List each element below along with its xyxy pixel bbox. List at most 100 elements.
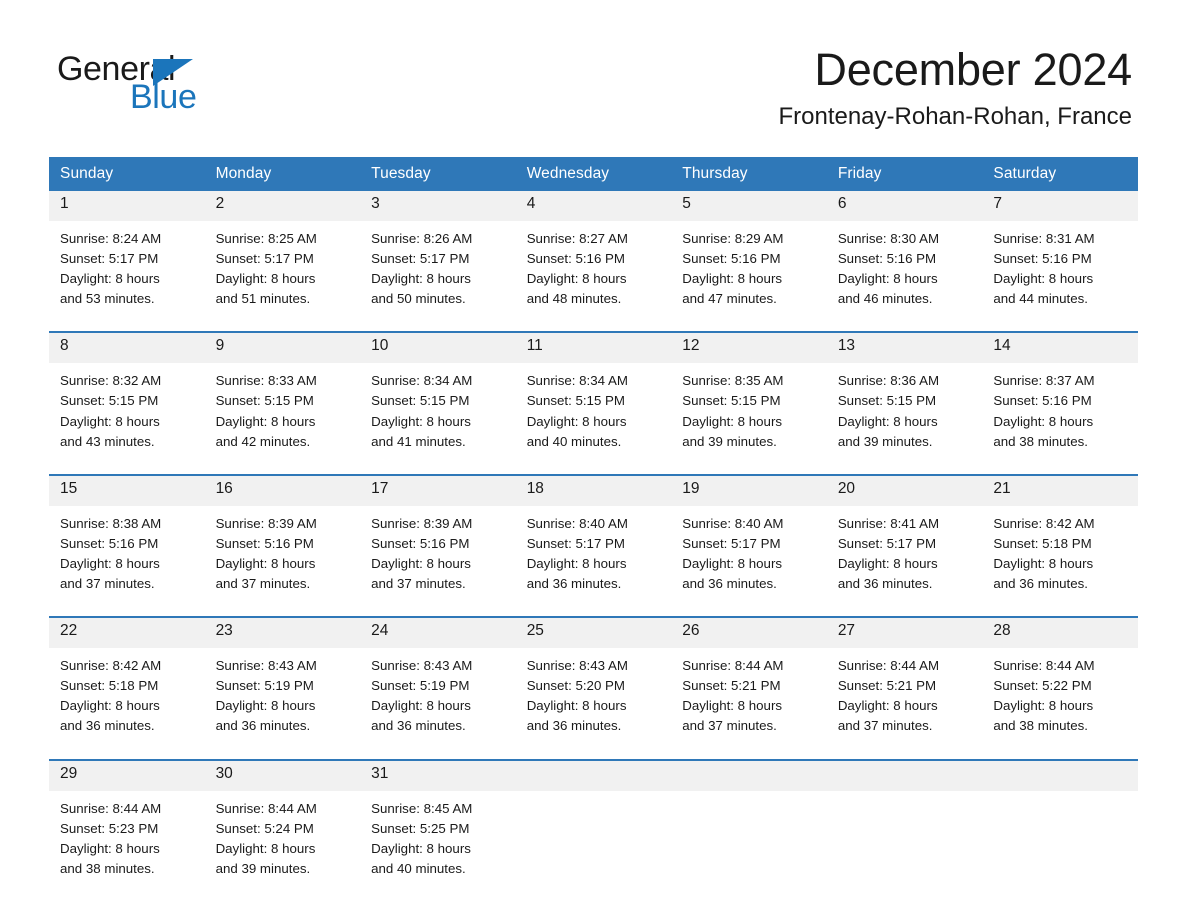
day-cell-inner: 26 Sunrise: 8:44 AM Sunset: 5:21 PM Dayligh… <box>671 618 827 746</box>
calendar-day-cell[interactable]: 24 Sunrise: 8:43 AM Sunset: 5:19 PM Dayligh… <box>360 616 516 747</box>
daylight-duration-line2: and 36 minutes. <box>682 576 777 592</box>
day-cell-inner: 13 Sunrise: 8:36 AM Sunset: 5:15 PM Dayligh… <box>826 333 983 461</box>
calendar-day-cell[interactable]: 15 Sunrise: 8:38 AM Sunset: 5:16 PM Dayligh… <box>49 473 205 605</box>
daylight-duration-line1: Daylight: 8 hours <box>837 413 938 429</box>
calendar-day-cell[interactable]: 25 Sunrise: 8:43 AM Sunset: 5:20 PM Dayligh… <box>515 616 672 747</box>
calendar-day-cell[interactable]: 8 Sunrise: 8:32 AM Sunset: 5:15 PM Daylight… <box>49 331 205 462</box>
week-spacer-row <box>49 319 1138 333</box>
calendar-day-cell[interactable]: 17 Sunrise: 8:39 AM Sunset: 5:16 PM Dayligh… <box>360 473 516 605</box>
sunrise-time: Sunrise: 8:44 AM <box>993 658 1095 674</box>
daylight-duration-line2: and 38 minutes. <box>993 718 1088 734</box>
daylight-duration-line2: and 37 minutes. <box>837 718 933 734</box>
calendar-day-cell[interactable]: 18 Sunrise: 8:40 AM Sunset: 5:17 PM Dayligh… <box>515 473 672 605</box>
calendar-day-cell[interactable]: 12 Sunrise: 8:35 AM Sunset: 5:15 PM Dayligh… <box>671 331 827 462</box>
week-spacer-cell <box>49 319 1138 333</box>
calendar-day-cell[interactable]: 13 Sunrise: 8:36 AM Sunset: 5:15 PM Dayligh… <box>826 331 983 462</box>
day-number: 24 <box>360 618 516 649</box>
daylight-duration-line2: and 36 minutes. <box>60 718 155 734</box>
day-number: 29 <box>49 760 205 791</box>
day-cell-inner <box>982 760 1138 889</box>
calendar-day-cell[interactable]: 2 Sunrise: 8:25 AM Sunset: 5:17 PM Daylight… <box>204 191 361 319</box>
sunset-time: Sunset: 5:20 PM <box>526 678 625 694</box>
day-cell-inner: 9 Sunrise: 8:33 AM Sunset: 5:15 PM Daylight… <box>204 333 361 461</box>
daylight-duration-line2: and 43 minutes. <box>60 433 155 449</box>
calendar-day-cell[interactable]: 29 Sunrise: 8:44 AM Sunset: 5:23 PM Dayligh… <box>49 758 205 889</box>
calendar-body: 1 Sunrise: 8:24 AM Sunset: 5:17 PM Daylight… <box>49 191 1138 889</box>
calendar-day-cell[interactable]: 9 Sunrise: 8:33 AM Sunset: 5:15 PM Daylight… <box>204 331 361 462</box>
day-details: Sunrise: 8:26 AM Sunset: 5:17 PM Daylight:… <box>360 221 516 319</box>
day-cell-inner: 1 Sunrise: 8:24 AM Sunset: 5:17 PM Daylight… <box>49 191 205 319</box>
calendar-day-cell[interactable]: 3 Sunrise: 8:26 AM Sunset: 5:17 PM Daylight… <box>360 191 516 319</box>
day-cell-inner: 10 Sunrise: 8:34 AM Sunset: 5:15 PM Dayligh… <box>360 333 516 461</box>
sunrise-time: Sunrise: 8:38 AM <box>60 515 162 531</box>
daylight-duration-line2: and 36 minutes. <box>993 576 1088 592</box>
day-cell-inner: 6 Sunrise: 8:30 AM Sunset: 5:16 PM Daylight… <box>826 191 983 319</box>
weekday-header-wednesday: Wednesday <box>515 157 672 191</box>
calendar-day-cell[interactable]: 11 Sunrise: 8:34 AM Sunset: 5:15 PM Dayligh… <box>515 331 672 462</box>
day-number: 5 <box>671 191 827 221</box>
calendar-day-cell[interactable]: 14 Sunrise: 8:37 AM Sunset: 5:16 PM Dayligh… <box>982 331 1138 462</box>
sunrise-time: Sunrise: 8:34 AM <box>526 373 628 389</box>
day-details: Sunrise: 8:44 AM Sunset: 5:21 PM Daylight:… <box>827 648 983 746</box>
day-number: 17 <box>360 475 516 506</box>
daylight-duration-line1: Daylight: 8 hours <box>682 413 783 429</box>
general-blue-logo[interactable]: General Blue <box>57 52 377 124</box>
sunrise-time: Sunrise: 8:43 AM <box>371 658 473 674</box>
calendar-day-cell[interactable]: 23 Sunrise: 8:43 AM Sunset: 5:19 PM Dayligh… <box>204 616 361 747</box>
calendar-day-cell[interactable]: 16 Sunrise: 8:39 AM Sunset: 5:16 PM Dayligh… <box>204 473 361 605</box>
sunrise-time: Sunrise: 8:40 AM <box>526 515 628 531</box>
day-details: Sunrise: 8:41 AM Sunset: 5:17 PM Daylight:… <box>827 506 983 604</box>
daylight-duration-line2: and 37 minutes. <box>371 576 466 592</box>
day-cell-inner: 20 Sunrise: 8:41 AM Sunset: 5:17 PM Dayligh… <box>826 475 983 604</box>
sunset-time: Sunset: 5:16 PM <box>993 251 1092 267</box>
daylight-duration-line1: Daylight: 8 hours <box>837 698 938 714</box>
day-cell-inner: 23 Sunrise: 8:43 AM Sunset: 5:19 PM Dayligh… <box>204 618 361 746</box>
daylight-duration-line2: and 39 minutes. <box>837 433 933 449</box>
calendar-day-cell[interactable]: 5 Sunrise: 8:29 AM Sunset: 5:16 PM Daylight… <box>671 191 827 319</box>
day-cell-inner: 14 Sunrise: 8:37 AM Sunset: 5:16 PM Dayligh… <box>982 333 1138 461</box>
daylight-duration-line2: and 44 minutes. <box>993 291 1088 307</box>
daylight-duration-line1: Daylight: 8 hours <box>215 555 316 571</box>
day-number: 2 <box>204 191 361 221</box>
daylight-duration-line1: Daylight: 8 hours <box>526 698 627 714</box>
sunset-time: Sunset: 5:15 PM <box>682 393 781 409</box>
day-cell-inner: 24 Sunrise: 8:43 AM Sunset: 5:19 PM Dayligh… <box>360 618 516 746</box>
calendar-day-cell[interactable]: 19 Sunrise: 8:40 AM Sunset: 5:17 PM Dayligh… <box>671 473 827 605</box>
calendar-day-cell[interactable]: 1 Sunrise: 8:24 AM Sunset: 5:17 PM Daylight… <box>49 191 205 319</box>
calendar-day-cell[interactable]: 6 Sunrise: 8:30 AM Sunset: 5:16 PM Daylight… <box>826 191 983 319</box>
day-details: Sunrise: 8:44 AM Sunset: 5:22 PM Daylight:… <box>982 648 1138 746</box>
sunrise-time: Sunrise: 8:32 AM <box>60 373 162 389</box>
day-details: Sunrise: 8:25 AM Sunset: 5:17 PM Daylight:… <box>205 221 361 319</box>
sunset-time: Sunset: 5:17 PM <box>215 251 314 267</box>
calendar-day-cell[interactable]: 4 Sunrise: 8:27 AM Sunset: 5:16 PM Daylight… <box>515 191 672 319</box>
day-details: Sunrise: 8:35 AM Sunset: 5:15 PM Daylight:… <box>671 363 827 461</box>
sunset-time: Sunset: 5:15 PM <box>371 393 470 409</box>
sunset-time: Sunset: 5:15 PM <box>837 393 937 409</box>
weekday-header-friday: Friday <box>826 157 983 191</box>
calendar-empty-cell <box>982 758 1138 889</box>
day-details: Sunrise: 8:27 AM Sunset: 5:16 PM Daylight:… <box>516 221 672 319</box>
day-number: 23 <box>204 618 361 649</box>
sunrise-time: Sunrise: 8:30 AM <box>837 231 940 246</box>
calendar-day-cell[interactable]: 20 Sunrise: 8:41 AM Sunset: 5:17 PM Dayligh… <box>826 473 983 605</box>
calendar-day-cell[interactable]: 27 Sunrise: 8:44 AM Sunset: 5:21 PM Dayligh… <box>826 616 983 747</box>
day-details: Sunrise: 8:38 AM Sunset: 5:16 PM Daylight:… <box>49 506 205 604</box>
day-number: 1 <box>49 191 205 221</box>
calendar-day-cell[interactable]: 28 Sunrise: 8:44 AM Sunset: 5:22 PM Dayligh… <box>982 616 1138 747</box>
day-number: 16 <box>204 475 361 506</box>
calendar-day-cell[interactable]: 10 Sunrise: 8:34 AM Sunset: 5:15 PM Dayligh… <box>360 331 516 462</box>
calendar-day-cell[interactable]: 21 Sunrise: 8:42 AM Sunset: 5:18 PM Dayligh… <box>982 473 1138 605</box>
calendar-day-cell[interactable]: 26 Sunrise: 8:44 AM Sunset: 5:21 PM Dayligh… <box>671 616 827 747</box>
daylight-duration-line1: Daylight: 8 hours <box>526 555 627 571</box>
calendar-day-cell[interactable]: 7 Sunrise: 8:31 AM Sunset: 5:16 PM Daylight… <box>982 191 1138 319</box>
sunset-time: Sunset: 5:16 PM <box>682 251 781 267</box>
sunrise-time: Sunrise: 8:27 AM <box>526 231 628 246</box>
calendar-day-cell[interactable]: 30 Sunrise: 8:44 AM Sunset: 5:24 PM Dayligh… <box>204 758 361 889</box>
calendar-day-cell[interactable]: 22 Sunrise: 8:42 AM Sunset: 5:18 PM Dayligh… <box>49 616 205 747</box>
daylight-duration-line2: and 42 minutes. <box>215 433 311 449</box>
sunrise-time: Sunrise: 8:44 AM <box>682 658 784 674</box>
sunset-time: Sunset: 5:16 PM <box>837 251 937 267</box>
day-details: Sunrise: 8:30 AM Sunset: 5:16 PM Daylight:… <box>827 221 983 319</box>
daylight-duration-line1: Daylight: 8 hours <box>60 413 160 429</box>
calendar-day-cell[interactable]: 31 Sunrise: 8:45 AM Sunset: 5:25 PM Dayligh… <box>360 758 516 889</box>
